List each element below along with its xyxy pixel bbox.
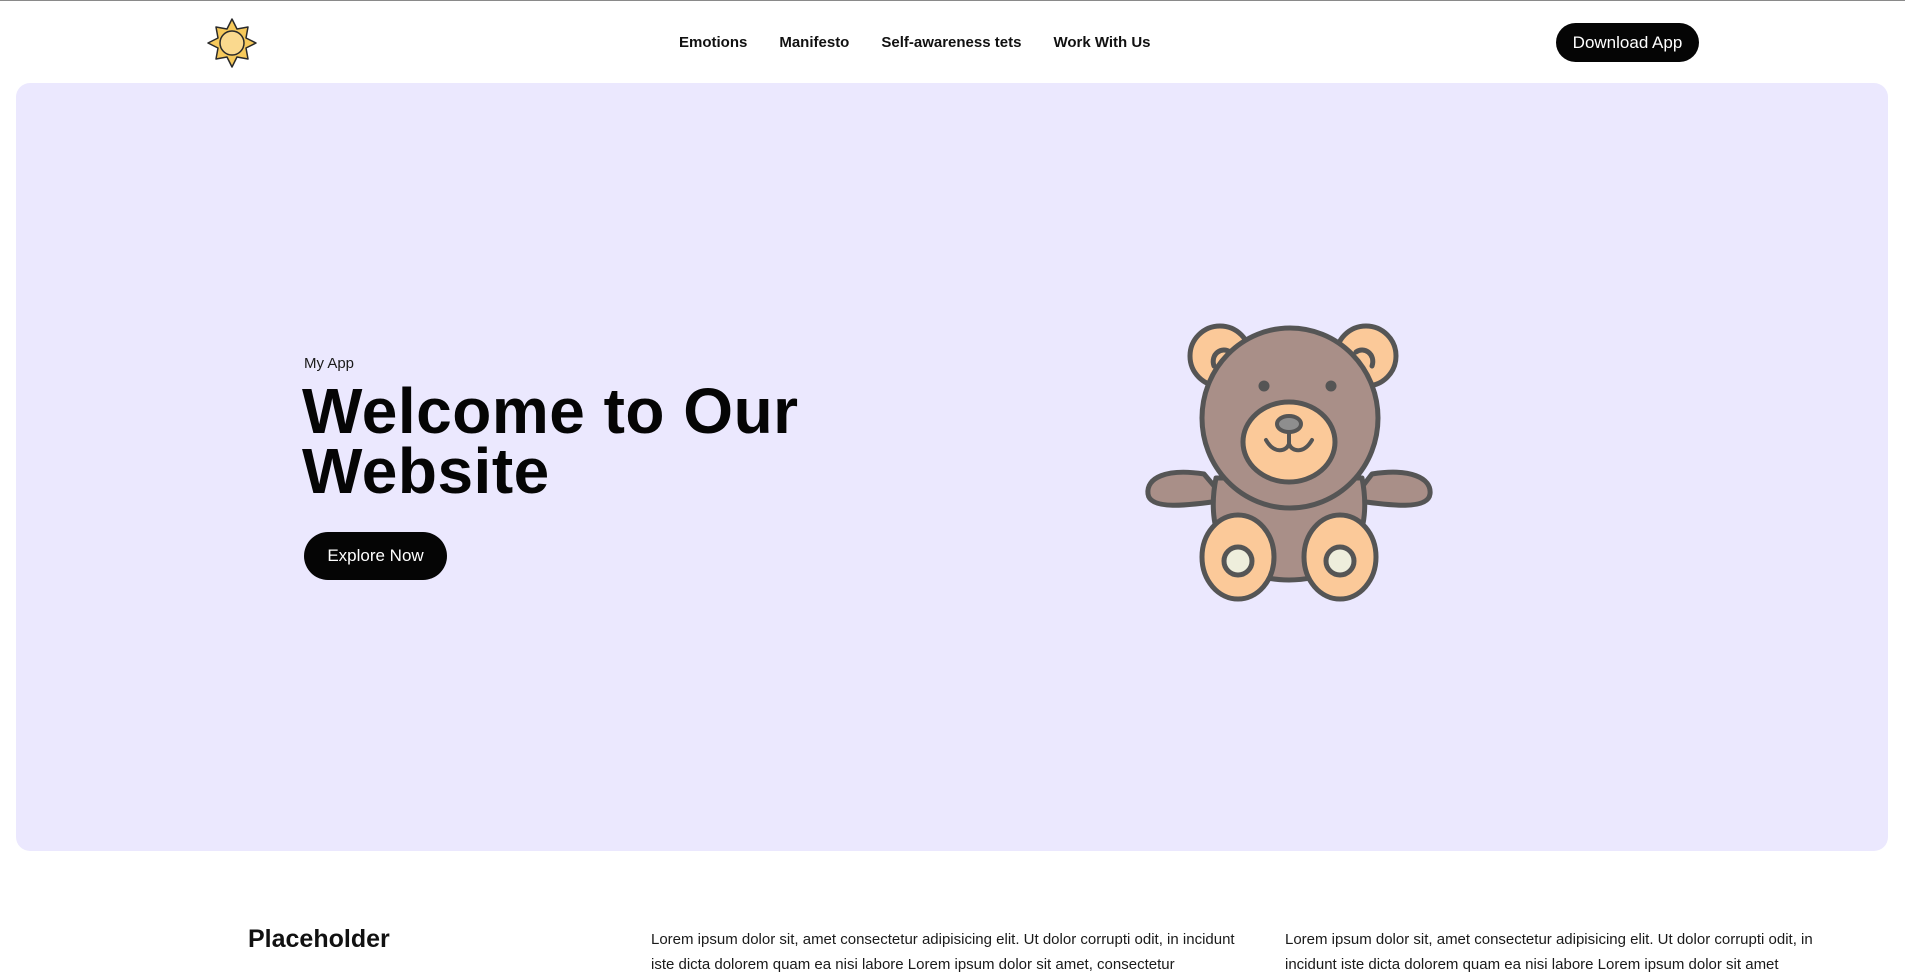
download-app-button[interactable]: Download App <box>1556 23 1699 62</box>
text-column-1: Lorem ipsum dolor sit, amet consectetur … <box>651 931 1235 973</box>
nav-item-emotions[interactable]: Emotions <box>679 34 747 52</box>
nav-item-work-with-us[interactable]: Work With Us <box>1053 34 1150 52</box>
text-column-2: Lorem ipsum dolor sit, amet consectetur … <box>1285 931 1813 973</box>
explore-now-button[interactable]: Explore Now <box>304 532 447 580</box>
section-heading: Placeholder <box>248 925 390 953</box>
site-header: Emotions Manifesto Self-awareness tets W… <box>0 1 1905 82</box>
hero-section: My App Welcome to Our Website Explore No… <box>16 83 1888 851</box>
sun-icon <box>207 18 257 68</box>
teddy-bear-icon <box>1145 323 1433 602</box>
main-nav: Emotions Manifesto Self-awareness tets W… <box>679 34 1151 52</box>
hero-title: Welcome to Our Website <box>302 375 799 507</box>
nav-item-manifesto[interactable]: Manifesto <box>779 34 849 52</box>
logo[interactable] <box>206 17 258 69</box>
nav-item-self-awareness-tests[interactable]: Self-awareness tets <box>881 34 1021 52</box>
hero-eyebrow: My App <box>304 355 355 372</box>
